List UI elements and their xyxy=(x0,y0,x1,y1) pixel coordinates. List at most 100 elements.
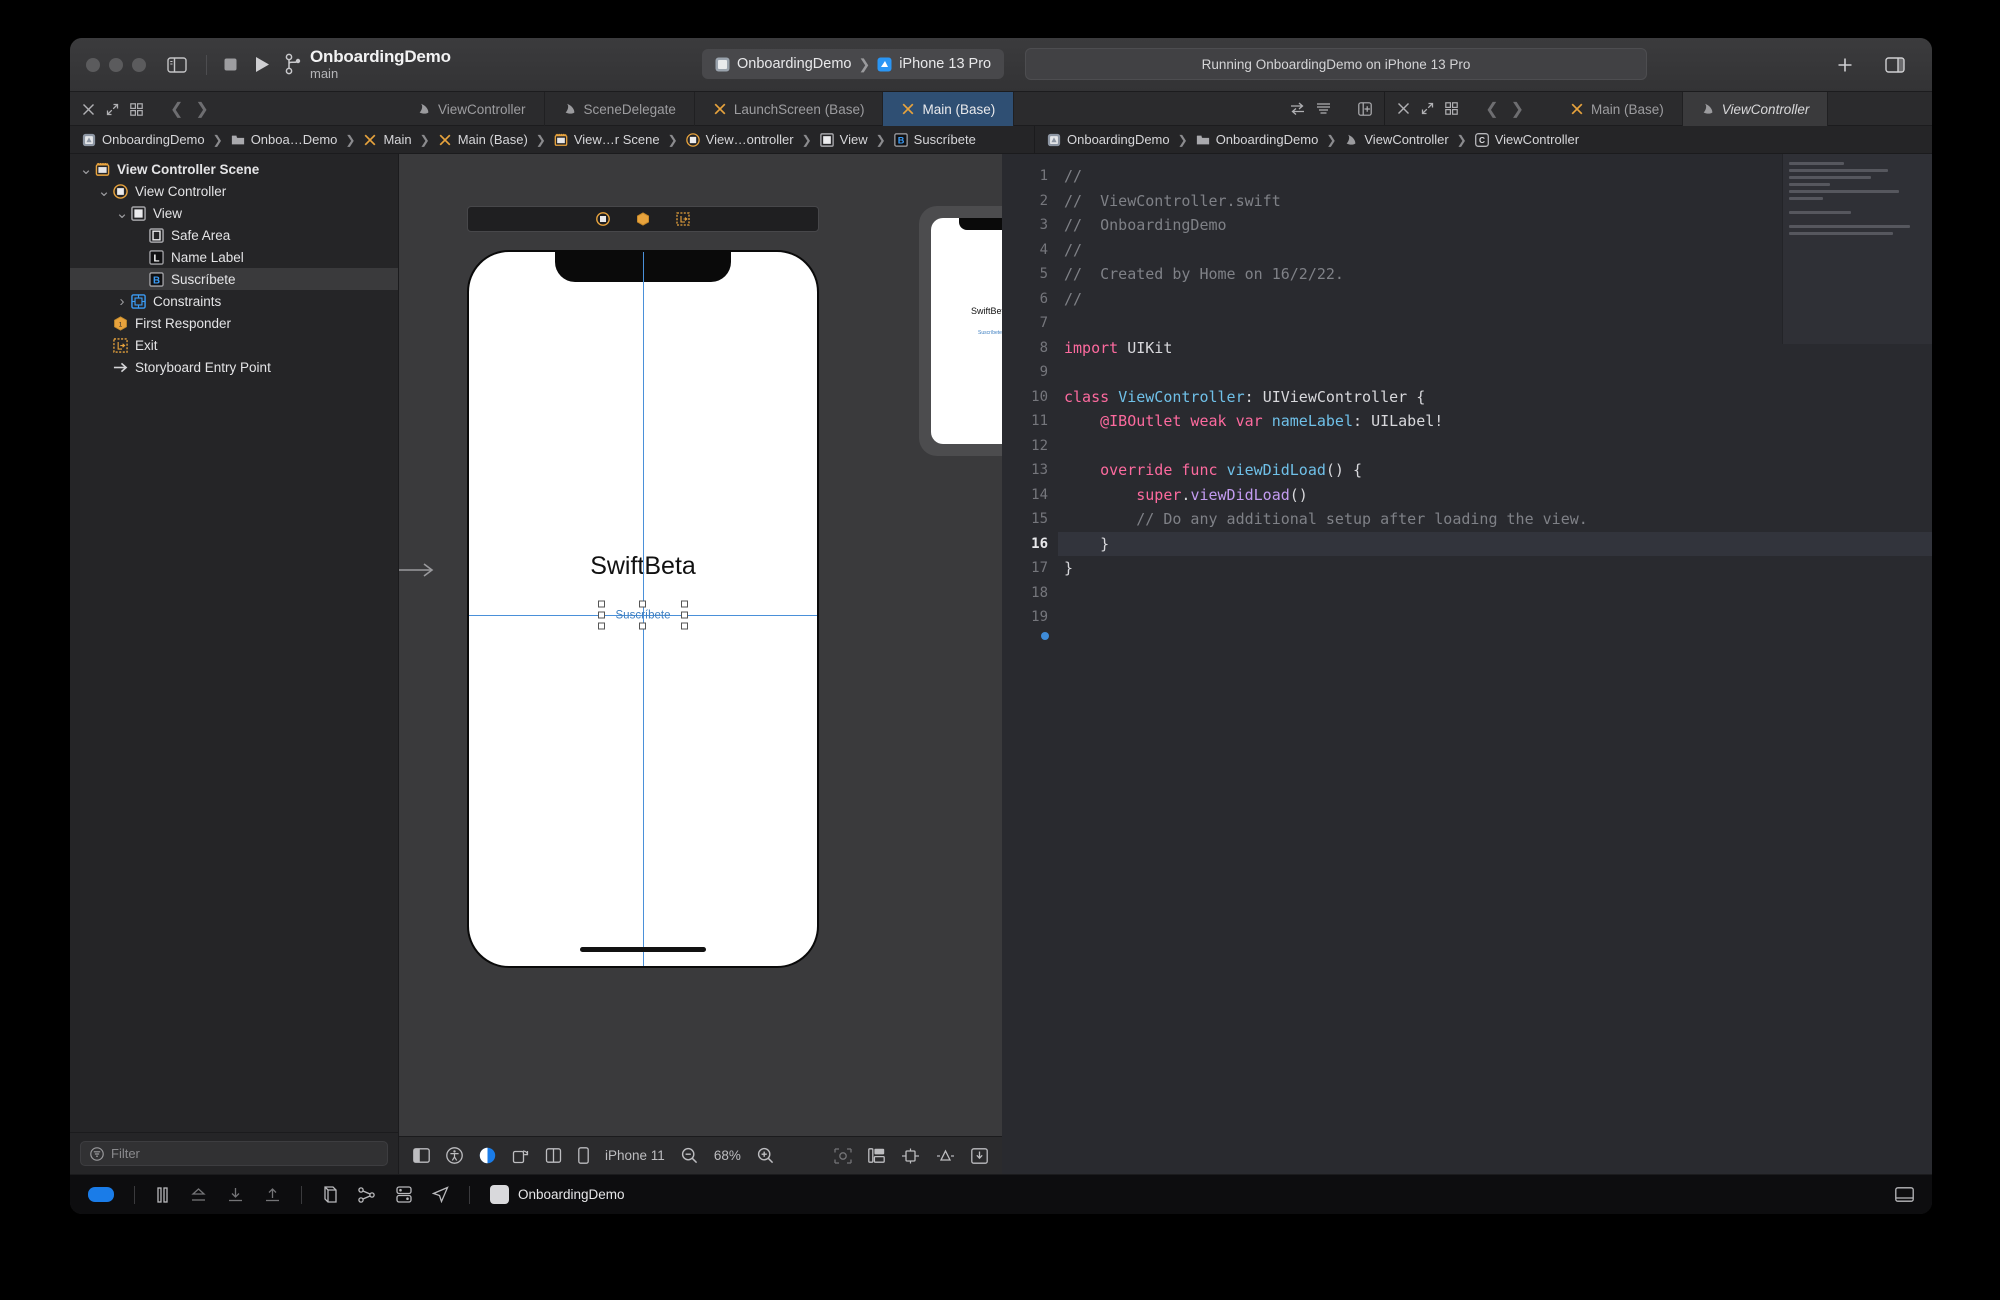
console-toggle-icon[interactable] xyxy=(1895,1187,1914,1202)
device-frame[interactable]: SwiftBeta Suscríbete xyxy=(467,250,819,968)
forward-icon[interactable]: ❯ xyxy=(1511,99,1524,119)
swap-icon[interactable] xyxy=(1290,102,1305,115)
outline-row[interactable]: B Suscríbete xyxy=(70,268,398,290)
breadcrumb-item[interactable]: View…r Scene xyxy=(554,132,660,147)
outline-row[interactable]: ⌄ View xyxy=(70,202,398,224)
filter-input[interactable]: Filter xyxy=(80,1141,388,1166)
navigation-arrows[interactable]: ❮ ❯ xyxy=(170,99,209,119)
code-line[interactable]: super.viewDidLoad() xyxy=(1058,483,1932,508)
memory-icon[interactable] xyxy=(322,1186,338,1203)
adjust-icon[interactable] xyxy=(1316,102,1331,115)
add-icon[interactable] xyxy=(1832,53,1858,77)
code-line[interactable]: // Do any additional setup after loading… xyxy=(1058,507,1932,532)
resolve-issues-icon[interactable] xyxy=(971,1147,988,1164)
outline-row[interactable]: 1 First Responder xyxy=(70,312,398,334)
close-icon[interactable] xyxy=(82,103,95,116)
code-line[interactable]: class ViewController: UIViewController { xyxy=(1058,385,1932,410)
forward-icon[interactable]: ❯ xyxy=(195,99,208,119)
line-number-gutter[interactable]: 1 2 3 4 5 6 7 8 9 10 11 12 13 14 15 16 17 18 19 xyxy=(1002,154,1058,1174)
code-line[interactable]: } xyxy=(1058,531,1932,556)
zoom-out-icon[interactable] xyxy=(681,1147,698,1164)
outline-row[interactable]: › Constraints xyxy=(70,290,398,312)
selected-button[interactable]: Suscríbete xyxy=(598,600,688,630)
outline-row[interactable]: ⌄ View Controller Scene xyxy=(70,158,398,180)
orientation-icon[interactable] xyxy=(512,1148,529,1164)
editor-jump-bar[interactable]: OnboardingDemo ❯ OnboardingDemo ❯ ViewContro… xyxy=(1035,126,1932,153)
resize-handle[interactable] xyxy=(639,622,646,630)
resize-handle[interactable] xyxy=(681,622,688,630)
inspector-toggle-icon[interactable] xyxy=(1882,53,1908,77)
editor-tab[interactable]: LaunchScreen (Base) xyxy=(695,92,884,126)
line-number[interactable]: 13 xyxy=(1002,458,1058,483)
device-name[interactable]: iPhone 11 xyxy=(605,1148,665,1163)
right-editor-controls[interactable]: ❮ ❯ xyxy=(1384,92,1552,125)
view-controller-scene[interactable]: SwiftBeta Suscríbete SwiftBe Suscríbete xyxy=(399,206,1002,968)
add-editor-icon[interactable] xyxy=(1358,101,1372,116)
outline-row[interactable]: L Name Label xyxy=(70,246,398,268)
line-number[interactable]: 10 xyxy=(1002,385,1058,410)
expand-icon[interactable] xyxy=(106,103,119,116)
environment-icon[interactable] xyxy=(396,1186,412,1203)
device-preview[interactable]: SwiftBeta Suscríbete xyxy=(919,206,1002,456)
hierarchy-graph-icon[interactable] xyxy=(358,1186,376,1203)
disclosure-right-icon[interactable]: › xyxy=(114,293,130,310)
line-number[interactable]: 1 xyxy=(1002,164,1058,189)
sidebar-toggle-icon[interactable] xyxy=(164,53,190,77)
line-number[interactable]: 7 xyxy=(1002,311,1058,336)
outline-row[interactable]: ⌄ View Controller xyxy=(70,180,398,202)
line-number[interactable]: 5 xyxy=(1002,262,1058,287)
breadcrumb-item[interactable]: View…ontroller xyxy=(685,132,794,147)
expand-icon[interactable] xyxy=(1421,102,1434,115)
resize-handle[interactable] xyxy=(598,622,605,630)
scene-dock[interactable] xyxy=(467,206,819,232)
line-number[interactable]: 2 xyxy=(1002,189,1058,214)
line-number[interactable]: 16 xyxy=(1002,532,1058,557)
breadcrumb-item[interactable]: C ViewController xyxy=(1474,132,1579,147)
traffic-lights[interactable] xyxy=(86,57,146,72)
breadcrumb-item[interactable]: OnboardingDemo xyxy=(1196,132,1318,147)
pause-icon[interactable] xyxy=(155,1186,170,1203)
breadcrumb-item[interactable]: Onboa…Demo xyxy=(231,132,337,147)
code-minimap[interactable] xyxy=(1782,154,1932,344)
breadcrumb-item[interactable]: B Suscríbete xyxy=(893,132,976,147)
stop-icon[interactable] xyxy=(217,53,243,77)
minimize-window-button[interactable] xyxy=(109,57,123,72)
split-grid-icon[interactable] xyxy=(1445,102,1458,115)
zoom-window-button[interactable] xyxy=(132,57,146,72)
editor-tab[interactable]: SceneDelegate xyxy=(545,92,695,126)
line-number[interactable]: 8 xyxy=(1002,336,1058,361)
add-constraints-icon[interactable] xyxy=(936,1148,955,1164)
document-outline-icon[interactable] xyxy=(413,1148,430,1163)
scheme-selector[interactable]: OnboardingDemo main xyxy=(285,47,451,80)
resize-handle[interactable] xyxy=(681,611,688,618)
breadcrumb-item[interactable]: OnboardingDemo xyxy=(82,132,205,147)
outline-row[interactable]: Safe Area xyxy=(70,224,398,246)
view-hierarchy-icon[interactable] xyxy=(190,1187,207,1203)
navigation-arrows[interactable]: ❮ ❯ xyxy=(1485,99,1524,119)
embed-icon[interactable] xyxy=(868,1148,885,1163)
device-icon[interactable] xyxy=(578,1147,589,1164)
line-number[interactable]: 9 xyxy=(1002,360,1058,385)
close-icon[interactable] xyxy=(1397,102,1410,115)
outline-row[interactable]: Exit xyxy=(70,334,398,356)
view-controller-icon[interactable] xyxy=(596,212,610,226)
line-number[interactable]: 19 xyxy=(1002,605,1058,630)
location-icon[interactable] xyxy=(432,1186,449,1203)
navigator-controls[interactable]: ❮ ❯ xyxy=(70,92,237,126)
storyboard-canvas[interactable]: SwiftBeta Suscríbete SwiftBe Suscríbete xyxy=(399,154,1002,1136)
line-number[interactable]: 14 xyxy=(1002,483,1058,508)
back-icon[interactable]: ❮ xyxy=(170,99,183,119)
disclosure-down-icon[interactable]: ⌄ xyxy=(96,184,112,199)
variants-icon[interactable] xyxy=(545,1148,562,1163)
editor-tab[interactable]: ViewController xyxy=(399,92,545,126)
close-window-button[interactable] xyxy=(86,57,100,72)
appearance-icon[interactable] xyxy=(479,1147,496,1164)
update-frames-icon[interactable] xyxy=(834,1147,852,1164)
breadcrumb-item[interactable]: View xyxy=(819,132,868,147)
line-number[interactable]: 4 xyxy=(1002,238,1058,263)
breadcrumb-item[interactable]: ViewController xyxy=(1344,132,1449,147)
download-icon[interactable] xyxy=(227,1187,244,1203)
active-app-indicator[interactable]: OnboardingDemo xyxy=(490,1185,625,1204)
resize-handle[interactable] xyxy=(598,611,605,618)
breadcrumb-item[interactable]: Main xyxy=(363,132,412,147)
